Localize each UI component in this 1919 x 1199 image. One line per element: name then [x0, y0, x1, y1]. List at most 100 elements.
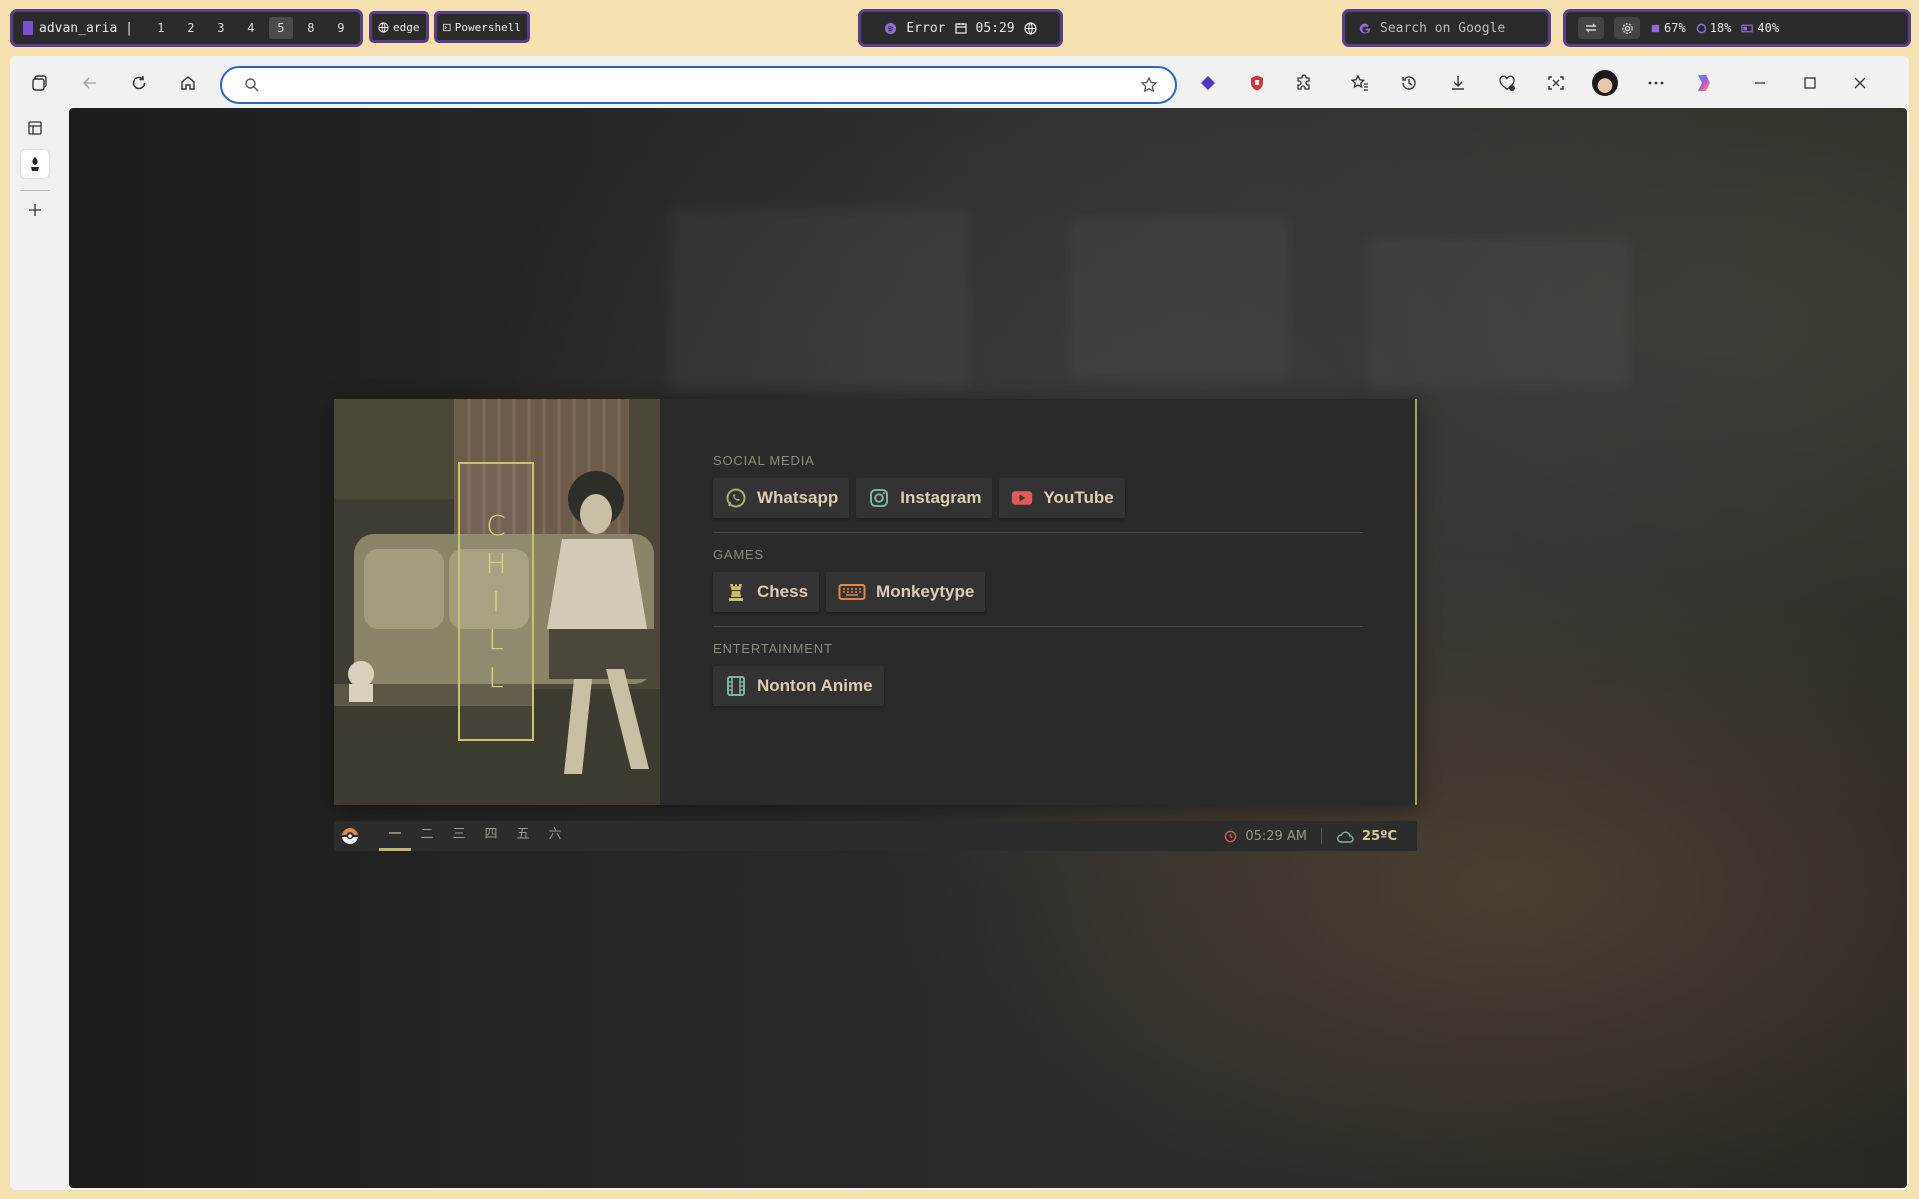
- workspace-5[interactable]: 5: [268, 17, 293, 39]
- status-separator: [1321, 828, 1323, 844]
- settings-gear-icon[interactable]: [1614, 17, 1640, 39]
- chess-label: Chess: [757, 582, 809, 601]
- cpu-icon: [1651, 24, 1660, 32]
- whatsapp-icon: [725, 487, 747, 509]
- page-tab-6[interactable]: 六: [539, 821, 571, 851]
- more-options-icon[interactable]: [1642, 69, 1670, 97]
- refresh-icon[interactable]: [125, 69, 153, 97]
- pokeball-icon[interactable]: [341, 827, 359, 845]
- cpu-indicator: 67%: [1650, 21, 1686, 35]
- taskbar-app-label: edge: [393, 20, 420, 34]
- taskbar-app-label: Powershell: [454, 20, 521, 34]
- active-tab-icon[interactable]: [21, 150, 49, 178]
- background-blur-shape: [669, 208, 969, 388]
- instagram-icon: [868, 487, 890, 509]
- banner-letter: L: [488, 660, 504, 694]
- favorite-star-icon[interactable]: [1135, 71, 1163, 99]
- status-center-panel: Error 05:29: [858, 9, 1063, 47]
- terminal-icon: [443, 23, 451, 31]
- clock-icon: [1225, 830, 1237, 842]
- banner-letter: I: [491, 584, 501, 618]
- nonton-anime-label: Nonton Anime: [757, 676, 873, 695]
- downloads-icon[interactable]: [1444, 69, 1472, 97]
- bottom-bar-status: 05:29 AM 25ºC: [1224, 821, 1397, 851]
- globe-icon: [378, 21, 389, 33]
- google-search-box[interactable]: Search on Google: [1342, 9, 1551, 47]
- tab-actions-icon[interactable]: [26, 69, 54, 97]
- workspace-8[interactable]: 8: [299, 17, 323, 39]
- youtube-icon: [1011, 487, 1033, 509]
- workspace-4[interactable]: 4: [239, 17, 263, 39]
- vertical-tab-sidebar: [10, 108, 58, 1188]
- taskbar-app-edge[interactable]: edge: [369, 11, 429, 43]
- workspace-3[interactable]: 3: [209, 17, 233, 39]
- workspace-logo-icon: [23, 21, 33, 35]
- page-bottom-bar: 一 二 三 四 五 六 05:29 AM 25ºC: [334, 821, 1417, 851]
- monkeytype-link[interactable]: Monkeytype: [826, 572, 986, 612]
- youtube-label: YouTube: [1043, 488, 1114, 507]
- home-icon[interactable]: [174, 69, 202, 97]
- nonton-anime-link[interactable]: Nonton Anime: [713, 666, 884, 706]
- ram-value: 18%: [1709, 21, 1732, 35]
- section-title-social-media: SOCIAL MEDIA: [713, 453, 815, 468]
- start-page-card: C H I L L SOCIAL MEDIA Whatsapp Instagra…: [334, 399, 1417, 805]
- games-links: Chess Monkeytype: [713, 572, 1415, 612]
- page-tab-3[interactable]: 三: [443, 821, 475, 851]
- instagram-link[interactable]: Instagram: [856, 478, 993, 518]
- whatsapp-label: Whatsapp: [757, 488, 839, 507]
- close-icon[interactable]: [1846, 69, 1874, 97]
- screenshot-icon[interactable]: [1542, 69, 1570, 97]
- whatsapp-link[interactable]: Whatsapp: [713, 478, 850, 518]
- workspace-1[interactable]: 1: [149, 17, 173, 39]
- swap-icon[interactable]: [1578, 17, 1604, 39]
- extensions-puzzle-icon[interactable]: [1290, 69, 1318, 97]
- globe-icon[interactable]: [1024, 21, 1037, 35]
- profile-avatar[interactable]: [1591, 69, 1619, 97]
- cloud-icon: [1337, 831, 1354, 843]
- memory-icon: [1696, 23, 1707, 33]
- chill-banner: C H I L L: [458, 462, 534, 741]
- search-icon: [240, 73, 264, 97]
- workspace-2[interactable]: 2: [179, 17, 203, 39]
- banner-letter: H: [485, 546, 507, 580]
- media-status-text: Error: [906, 20, 946, 36]
- chess-link[interactable]: Chess: [713, 572, 820, 612]
- new-tab-plus-icon[interactable]: [21, 196, 49, 224]
- copilot-icon[interactable]: [1690, 69, 1718, 97]
- battery-value: 40%: [1757, 21, 1780, 35]
- ram-indicator: 18%: [1696, 21, 1732, 35]
- battery-icon: [1741, 24, 1754, 32]
- background-blur-shape: [1069, 218, 1289, 378]
- page-tab-4[interactable]: 四: [475, 821, 507, 851]
- search-placeholder: Search on Google: [1380, 20, 1506, 36]
- minimize-icon[interactable]: [1746, 69, 1774, 97]
- link-groups: SOCIAL MEDIA Whatsapp Instagram YouTube: [660, 399, 1417, 805]
- performance-heart-icon[interactable]: [1493, 69, 1521, 97]
- history-icon[interactable]: [1395, 69, 1423, 97]
- page-tab-5[interactable]: 五: [507, 821, 539, 851]
- address-bar[interactable]: [220, 66, 1177, 104]
- shield-extension-icon[interactable]: [1243, 69, 1271, 97]
- clock-text: 05:29: [975, 20, 1015, 36]
- section-title-games: GAMES: [713, 547, 764, 562]
- spotify-icon: [885, 22, 897, 34]
- system-tray-panel: 67% 18% 40%: [1563, 9, 1911, 47]
- instagram-label: Instagram: [900, 488, 982, 507]
- desktop-top-bar: advan_aria | 1 2 3 4 5 8 9 edge Powershe…: [0, 0, 1919, 56]
- workspace-panel: advan_aria | 1 2 3 4 5 8 9: [10, 9, 363, 47]
- battery-indicator: 40%: [1741, 21, 1779, 35]
- workspace-9[interactable]: 9: [329, 17, 353, 39]
- social-media-links: Whatsapp Instagram YouTube: [713, 478, 1415, 518]
- back-arrow-icon[interactable]: [76, 69, 104, 97]
- sidebar-toggle-icon[interactable]: [21, 114, 49, 142]
- extension-purple-icon[interactable]: [1194, 69, 1222, 97]
- favorites-icon[interactable]: [1346, 69, 1374, 97]
- taskbar-app-powershell[interactable]: Powershell: [434, 11, 530, 43]
- youtube-link[interactable]: YouTube: [999, 478, 1125, 518]
- temperature-text: 25ºC: [1362, 828, 1397, 844]
- address-input[interactable]: [270, 71, 1135, 99]
- page-tab-2[interactable]: 二: [411, 821, 443, 851]
- workspace-name: advan_aria |: [39, 20, 133, 36]
- maximize-icon[interactable]: [1796, 69, 1824, 97]
- page-tab-1[interactable]: 一: [379, 821, 411, 851]
